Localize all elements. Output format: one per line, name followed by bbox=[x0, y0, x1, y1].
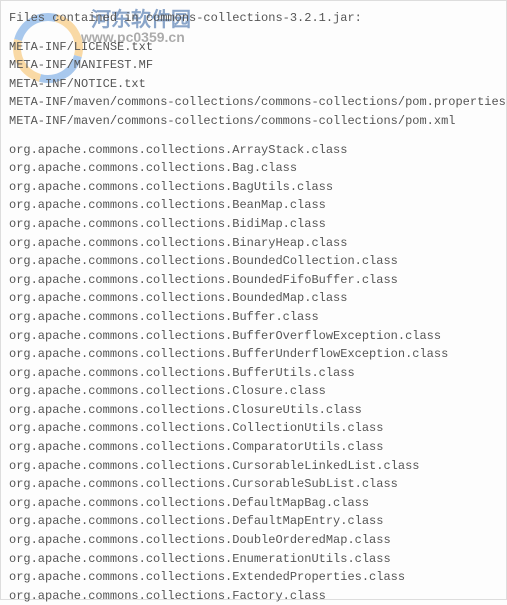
file-line: org.apache.commons.collections.BoundedMa… bbox=[9, 289, 498, 308]
class-files-section: org.apache.commons.collections.ArrayStac… bbox=[9, 141, 498, 605]
file-line: org.apache.commons.collections.Collectio… bbox=[9, 419, 498, 438]
file-line: org.apache.commons.collections.BufferUnd… bbox=[9, 345, 498, 364]
file-line: org.apache.commons.collections.BeanMap.c… bbox=[9, 196, 498, 215]
file-line: org.apache.commons.collections.DoubleOrd… bbox=[9, 531, 498, 550]
file-line: org.apache.commons.collections.Buffer.cl… bbox=[9, 308, 498, 327]
file-line: META-INF/maven/commons-collections/commo… bbox=[9, 112, 498, 131]
file-line: org.apache.commons.collections.BagUtils.… bbox=[9, 178, 498, 197]
file-line: org.apache.commons.collections.BidiMap.c… bbox=[9, 215, 498, 234]
file-line: org.apache.commons.collections.Cursorabl… bbox=[9, 457, 498, 476]
file-line: org.apache.commons.collections.ExtendedP… bbox=[9, 568, 498, 587]
file-line: org.apache.commons.collections.DefaultMa… bbox=[9, 494, 498, 513]
file-line: org.apache.commons.collections.ArrayStac… bbox=[9, 141, 498, 160]
file-line: org.apache.commons.collections.Factory.c… bbox=[9, 587, 498, 605]
file-line: org.apache.commons.collections.Cursorabl… bbox=[9, 475, 498, 494]
file-line: META-INF/MANIFEST.MF bbox=[9, 56, 498, 75]
file-line: META-INF/NOTICE.txt bbox=[9, 75, 498, 94]
listing-header: Files contained in commons-collections-3… bbox=[9, 9, 498, 28]
file-line: org.apache.commons.collections.DefaultMa… bbox=[9, 512, 498, 531]
file-line: org.apache.commons.collections.BoundedCo… bbox=[9, 252, 498, 271]
file-line: org.apache.commons.collections.Comparato… bbox=[9, 438, 498, 457]
file-listing-content: Files contained in commons-collections-3… bbox=[9, 9, 498, 605]
file-line: org.apache.commons.collections.BufferOve… bbox=[9, 327, 498, 346]
file-line: META-INF/maven/commons-collections/commo… bbox=[9, 93, 498, 112]
file-line: org.apache.commons.collections.BoundedFi… bbox=[9, 271, 498, 290]
file-line: org.apache.commons.collections.Closure.c… bbox=[9, 382, 498, 401]
file-line: org.apache.commons.collections.BinaryHea… bbox=[9, 234, 498, 253]
file-line: META-INF/LICENSE.txt bbox=[9, 38, 498, 57]
file-line: org.apache.commons.collections.ClosureUt… bbox=[9, 401, 498, 420]
file-line: org.apache.commons.collections.Bag.class bbox=[9, 159, 498, 178]
meta-inf-section: META-INF/LICENSE.txt META-INF/MANIFEST.M… bbox=[9, 38, 498, 131]
file-line: org.apache.commons.collections.BufferUti… bbox=[9, 364, 498, 383]
file-line: org.apache.commons.collections.Enumerati… bbox=[9, 550, 498, 569]
